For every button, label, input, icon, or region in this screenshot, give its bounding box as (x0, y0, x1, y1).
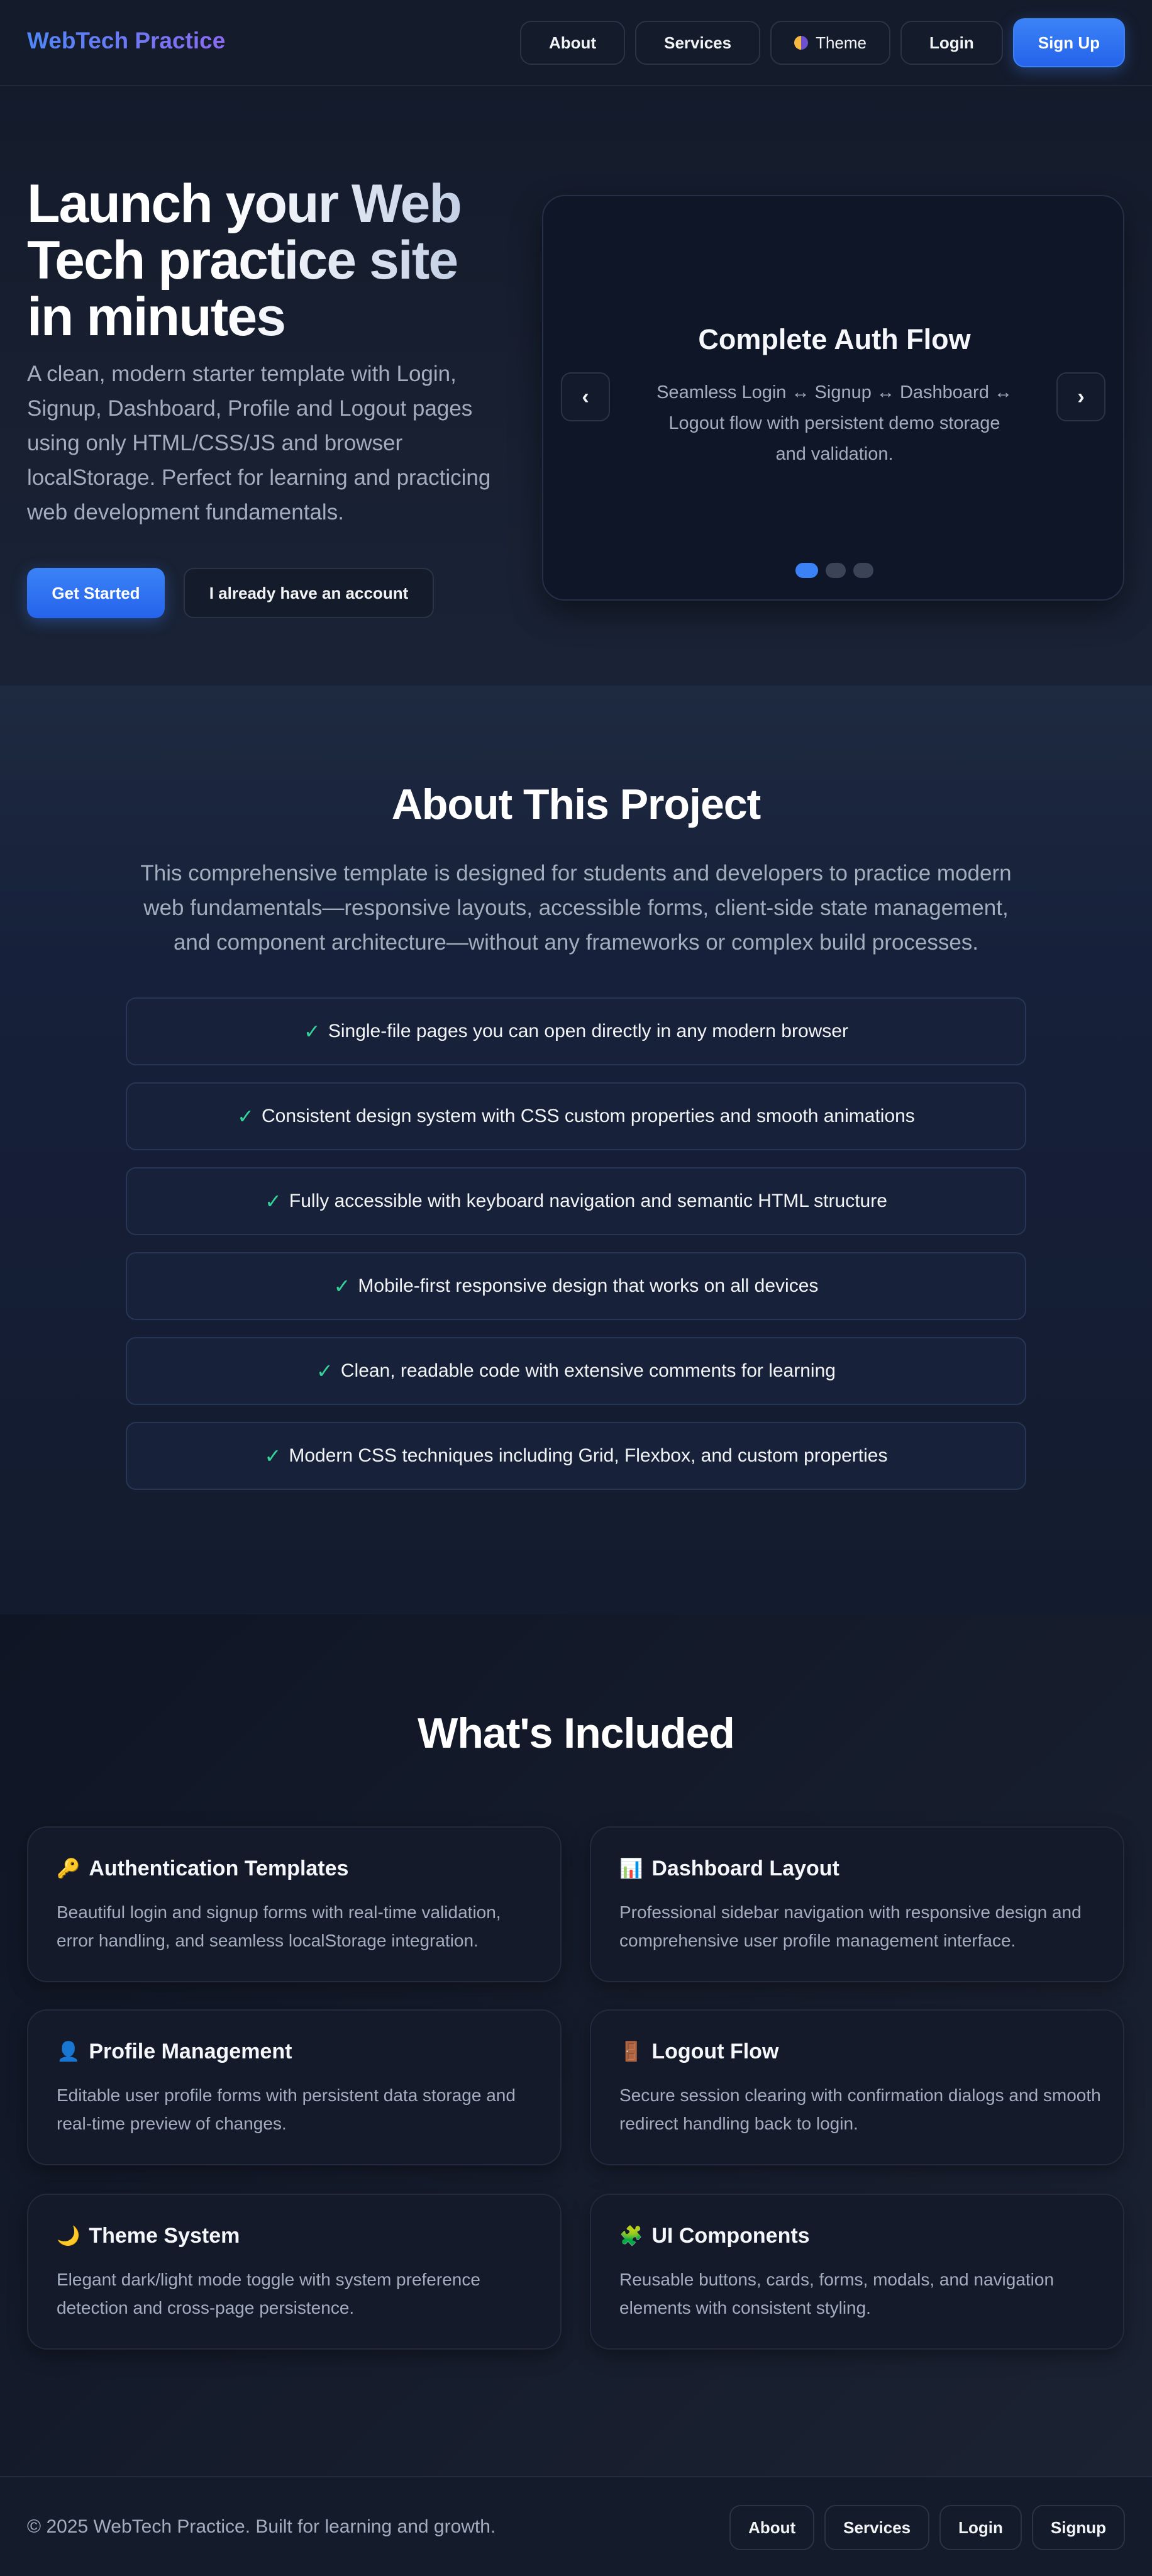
key-icon: 🔑 (57, 1858, 80, 1879)
carousel-next-button[interactable]: › (1056, 372, 1105, 421)
card-profile: 👤 Profile Management Editable user profi… (27, 2009, 562, 2165)
main-nav: About Services Theme Login Sign Up (520, 18, 1125, 67)
hero-section: Launch your Web Tech practice site in mi… (0, 86, 1152, 686)
theme-icon (794, 36, 809, 50)
hero-title: Launch your Web Tech practice site in mi… (27, 175, 505, 345)
nav-login-button[interactable]: Login (900, 21, 1003, 65)
user-icon: 👤 (57, 2041, 80, 2062)
theme-toggle-button[interactable]: Theme (770, 21, 891, 65)
included-section: What's Included 🔑 Authentication Templat… (0, 1614, 1152, 2476)
card-description: Elegant dark/light mode toggle with syst… (57, 2270, 480, 2318)
carousel-dot-3[interactable] (853, 563, 873, 578)
card-description: Editable user profile forms with persist… (57, 2085, 516, 2133)
card-title-row: 🔑 Authentication Templates (57, 1857, 348, 1881)
feature-text: Single-file pages you can open directly … (328, 1021, 848, 1041)
about-description: This comprehensive template is designed … (140, 861, 1012, 955)
nav-signup-button[interactable]: Sign Up (1012, 18, 1125, 67)
card-title: UI Components (651, 2224, 810, 2248)
hero-description: A clean, modern starter template with Lo… (27, 362, 491, 525)
footer-login-link[interactable]: Login (939, 2505, 1022, 2550)
feature-item: ✓ Clean, readable code with extensive co… (126, 1337, 1026, 1405)
card-title: Logout Flow (651, 2040, 779, 2063)
chart-icon: 📊 (619, 1858, 643, 1879)
carousel-slide-text: Seamless Login ↔ Signup ↔ Dashboard ↔ Lo… (656, 382, 1012, 464)
card-title-row: 👤 Profile Management (57, 2040, 292, 2064)
puzzle-icon: 🧩 (619, 2226, 643, 2246)
brand-logo[interactable]: WebTech Practice (27, 28, 225, 54)
carousel-indicators (543, 563, 1126, 578)
feature-item: ✓ Mobile-first responsive design that wo… (126, 1252, 1026, 1320)
card-authentication: 🔑 Authentication Templates Beautiful log… (27, 1826, 562, 1982)
feature-text: Mobile-first responsive design that work… (358, 1275, 819, 1296)
card-description: Secure session clearing with confirmatio… (619, 2085, 1101, 2133)
card-title: Dashboard Layout (651, 1857, 839, 1880)
card-title-row: 📊 Dashboard Layout (619, 1857, 839, 1881)
check-icon: ✓ (265, 1190, 282, 1213)
nav-about-button[interactable]: About (520, 21, 626, 65)
check-icon: ✓ (333, 1275, 351, 1297)
feature-text: Clean, readable code with extensive comm… (340, 1360, 836, 1381)
card-title-row: 🚪 Logout Flow (619, 2040, 778, 2064)
card-title: Authentication Templates (89, 1857, 349, 1880)
carousel-dot-2[interactable] (826, 563, 846, 578)
footer-signup-link[interactable]: Signup (1031, 2505, 1125, 2550)
carousel-prev-button[interactable]: ‹ (561, 372, 610, 421)
feature-text: Consistent design system with CSS custom… (262, 1106, 915, 1126)
moon-icon: 🌙 (57, 2226, 80, 2246)
check-icon: ✓ (237, 1105, 254, 1128)
footer-services-link[interactable]: Services (824, 2505, 930, 2550)
card-description: Professional sidebar navigation with res… (619, 1902, 1082, 1950)
about-title: About This Project (391, 780, 761, 828)
site-header: WebTech Practice About Services Theme Lo… (0, 0, 1152, 86)
feature-item: ✓ Fully accessible with keyboard navigat… (126, 1167, 1026, 1235)
card-title: Profile Management (89, 2040, 292, 2063)
carousel-slide-title: Complete Auth Flow (698, 323, 971, 355)
card-dashboard: 📊 Dashboard Layout Professional sidebar … (590, 1826, 1124, 1982)
card-title-row: 🌙 Theme System (57, 2224, 240, 2248)
card-description: Beautiful login and signup forms with re… (57, 1902, 501, 1950)
footer-about-link[interactable]: About (729, 2505, 815, 2550)
card-title: Theme System (89, 2224, 240, 2248)
door-icon: 🚪 (619, 2041, 643, 2062)
feature-item: ✓ Consistent design system with CSS cust… (126, 1082, 1026, 1150)
footer-nav: About Services Login Signup (729, 2505, 1125, 2550)
existing-account-button[interactable]: I already have an account (184, 568, 434, 618)
card-logout: 🚪 Logout Flow Secure session clearing wi… (590, 2009, 1124, 2165)
feature-text: Fully accessible with keyboard navigatio… (289, 1191, 887, 1211)
check-icon: ✓ (304, 1020, 321, 1043)
card-theme: 🌙 Theme System Elegant dark/light mode t… (27, 2194, 562, 2350)
site-footer: © 2025 WebTech Practice. Built for learn… (0, 2476, 1152, 2576)
feature-text: Modern CSS techniques including Grid, Fl… (289, 1445, 888, 1466)
check-icon: ✓ (264, 1445, 282, 1467)
carousel-dot-1[interactable] (795, 563, 818, 578)
check-icon: ✓ (316, 1360, 333, 1382)
about-section: About This Project This comprehensive te… (0, 686, 1152, 1614)
card-title-row: 🧩 UI Components (619, 2224, 810, 2248)
theme-toggle-label: Theme (816, 33, 867, 52)
feature-item: ✓ Single-file pages you can open directl… (126, 997, 1026, 1065)
included-title: What's Included (418, 1709, 735, 1757)
card-ui-components: 🧩 UI Components Reusable buttons, cards,… (590, 2194, 1124, 2350)
feature-list: ✓ Single-file pages you can open directl… (126, 997, 1026, 1507)
feature-item: ✓ Modern CSS techniques including Grid, … (126, 1422, 1026, 1490)
card-description: Reusable buttons, cards, forms, modals, … (619, 2270, 1055, 2318)
get-started-button[interactable]: Get Started (27, 568, 165, 618)
feature-carousel: ‹ Complete Auth Flow Seamless Login ↔ Si… (542, 195, 1124, 601)
nav-services-button[interactable]: Services (635, 21, 761, 65)
copyright-text: © 2025 WebTech Practice. Built for learn… (27, 2516, 496, 2537)
